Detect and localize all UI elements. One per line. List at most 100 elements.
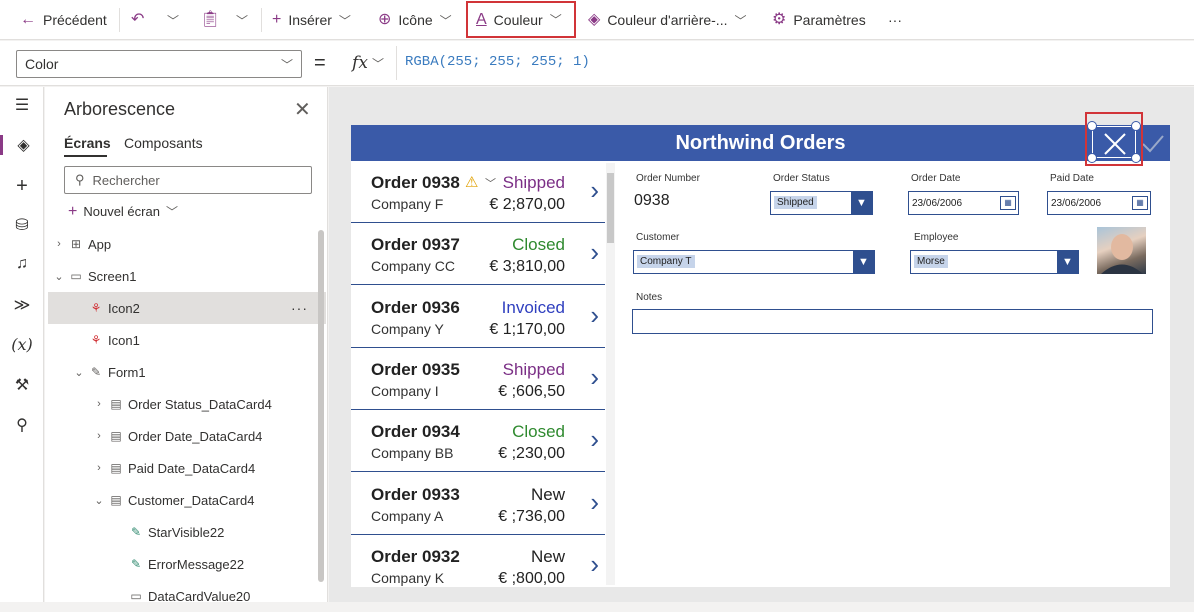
tree-item-customer-datacard[interactable]: ⌄ ▤ Customer_DataCard4 — [48, 484, 326, 516]
tools-icon[interactable]: ⚒ — [0, 375, 44, 395]
list-item[interactable]: Order 0932 Company K New € ;800,00 › — [351, 537, 605, 587]
person-image — [1101, 234, 1143, 274]
command-bar: ← Précédent ↶ ﹀ 📋︎ ﹀ + Insérer ﹀ ⊕ Icône ﹀ AC… — [0, 0, 1194, 40]
back-button[interactable]: ← Précédent — [20, 0, 107, 40]
chevron-right-icon: › — [97, 398, 101, 410]
employee-combobox[interactable]: Morse ▼ — [910, 250, 1079, 274]
chevron-right-icon[interactable]: › — [590, 364, 599, 390]
chevron-down-icon: ﹀ — [338, 13, 351, 28]
datacard-icon: ▤ — [110, 461, 122, 475]
add-circle-icon: ⊕ — [378, 11, 392, 28]
undo-button[interactable]: ↶ — [131, 0, 144, 40]
tree-item-icon2[interactable]: ⚘ Icon2 ··· — [48, 292, 326, 324]
icon-control-icon: ⚘ — [90, 333, 102, 347]
customer-combobox[interactable]: Company T ▼ — [633, 250, 875, 274]
order-status-dropdown[interactable]: Shipped ▼ — [770, 191, 873, 215]
formula-text: RGBA(255; 255; 255; 1) — [405, 54, 590, 70]
status-text: Closed — [512, 422, 565, 441]
tab-components[interactable]: Composants — [124, 135, 203, 151]
tree-item-form1[interactable]: ⌄ ✎ Form1 — [48, 356, 326, 388]
plus-icon: + — [68, 202, 78, 220]
chevron-right-icon[interactable]: › — [590, 551, 599, 577]
search-icon: ⚲ — [75, 172, 85, 187]
datacard-icon: ▤ — [110, 429, 122, 443]
database-icon[interactable]: ⛁ — [0, 215, 44, 235]
color-button[interactable]: A Couleur ﹀ — [466, 1, 576, 38]
tree-item-app[interactable]: › ⊞ App — [48, 228, 326, 260]
chevron-down-icon: ﹀ — [485, 178, 496, 190]
tree-item-errormessage[interactable]: ✎ ErrorMessage22 — [48, 548, 326, 580]
chevron-right-icon[interactable]: › — [590, 489, 599, 515]
list-item[interactable]: Order 0938 Company F Shipped ⚠ ﹀ € 2;870… — [351, 163, 605, 223]
more-options-button[interactable]: ··· — [291, 300, 308, 316]
chevron-down-icon: ﹀ — [439, 13, 452, 28]
undo-dropdown[interactable]: ﹀ — [167, 0, 179, 40]
hamburger-icon[interactable]: ☰ — [0, 95, 44, 115]
tree-scrollbar[interactable] — [318, 230, 324, 582]
list-item[interactable]: Order 0933 Company A New € ;736,00 › — [351, 475, 605, 535]
property-selector[interactable]: Color ﹀ — [16, 50, 302, 78]
fx-button[interactable]: fx ﹀ — [340, 46, 397, 80]
settings-button[interactable]: ⚙ Paramètres — [772, 0, 866, 40]
tab-screens[interactable]: Écrans — [64, 135, 111, 151]
tree-item-paid-date-datacard[interactable]: › ▤ Paid Date_DataCard4 — [48, 452, 326, 484]
tree-item-datacardvalue[interactable]: ▭ DataCardValue20 — [48, 580, 326, 612]
chevron-down-icon: ﹀ — [734, 13, 747, 28]
divider — [261, 8, 262, 32]
back-arrow-icon: ← — [20, 11, 36, 28]
icon-control-icon: ⚘ — [90, 301, 102, 315]
tree-item-icon1[interactable]: ⚘ Icon1 — [48, 324, 326, 356]
paste-dropdown[interactable]: ﹀ — [236, 0, 248, 40]
chevron-right-icon[interactable]: › — [590, 426, 599, 452]
app-title: Northwind Orders — [675, 132, 846, 154]
background-color-button[interactable]: ◈ Couleur d'arrière-... ﹀ — [588, 0, 747, 40]
search-icon[interactable]: ⚲ — [0, 415, 44, 435]
close-icon[interactable]: ✕ — [294, 97, 311, 122]
chevron-right-icon[interactable]: › — [590, 177, 599, 203]
new-screen-button[interactable]: + Nouvel écran ﹀ — [68, 203, 178, 220]
tree-item-order-status-datacard[interactable]: › ▤ Order Status_DataCard4 — [48, 388, 326, 420]
order-status-label: Order Status — [773, 173, 830, 184]
insert-plus-icon[interactable]: + — [0, 175, 44, 198]
chevron-right-icon: › — [57, 238, 61, 250]
paid-date-picker[interactable]: 23/06/2006 ▦ — [1047, 191, 1151, 215]
tree-view-title: Arborescence — [64, 99, 176, 119]
notes-input[interactable] — [632, 309, 1153, 334]
insert-button[interactable]: + Insérer ﹀ — [272, 0, 351, 40]
formula-input[interactable]: RGBA(255; 255; 255; 1) — [405, 54, 590, 70]
icon-button[interactable]: ⊕ Icône ﹀ — [378, 0, 452, 40]
edit-icon: ✎ — [130, 557, 142, 571]
chevron-right-icon[interactable]: › — [590, 302, 599, 328]
chevron-right-icon: › — [97, 462, 101, 474]
list-item[interactable]: Order 0937 Company CC Closed € 3;810,00 … — [351, 225, 605, 285]
customer-label: Customer — [636, 232, 680, 243]
chevron-down-icon: ﹀ — [549, 13, 562, 27]
warning-icon: ⚠ — [465, 174, 479, 191]
media-icon[interactable]: ♫ — [0, 255, 44, 273]
list-item[interactable]: Order 0935 Company I Shipped € ;606,50 › — [351, 350, 605, 410]
left-rail: ☰ ◈ + ⛁ ♫ ≫ (x) ⚒ ⚲ — [0, 87, 44, 602]
chevron-down-icon: ▼ — [853, 251, 874, 273]
status-text: New — [530, 485, 565, 504]
form-icon: ✎ — [90, 365, 102, 379]
tree-item-order-date-datacard[interactable]: › ▤ Order Date_DataCard4 — [48, 420, 326, 452]
tree-item-screen1[interactable]: ⌄ ▭ Screen1 — [48, 260, 326, 292]
search-input[interactable]: ⚲ Rechercher — [64, 166, 312, 194]
order-date-picker[interactable]: 23/06/2006 ▦ — [908, 191, 1019, 215]
divider — [119, 8, 120, 32]
tree-item-starvisible[interactable]: ✎ StarVisible22 — [48, 516, 326, 548]
paste-button[interactable]: 📋︎ — [200, 0, 220, 40]
chevron-down-icon: ﹀ — [236, 13, 249, 28]
automate-icon[interactable]: ≫ — [0, 295, 44, 315]
chevron-down-icon: ⌄ — [74, 366, 84, 379]
gallery-scroll-thumb[interactable] — [607, 173, 614, 243]
variables-icon[interactable]: (x) — [0, 335, 44, 354]
list-item[interactable]: Order 0934 Company BB Closed € ;230,00 › — [351, 412, 605, 472]
chevron-right-icon[interactable]: › — [590, 239, 599, 265]
list-item[interactable]: Order 0936 Company Y Invoiced € 1;170,00… — [351, 288, 605, 348]
layers-icon[interactable]: ◈ — [0, 135, 44, 155]
highlight-box — [1085, 112, 1143, 166]
check-icon[interactable] — [1140, 130, 1166, 156]
status-text: Shipped — [502, 173, 565, 192]
more-button[interactable]: ··· — [888, 0, 902, 40]
